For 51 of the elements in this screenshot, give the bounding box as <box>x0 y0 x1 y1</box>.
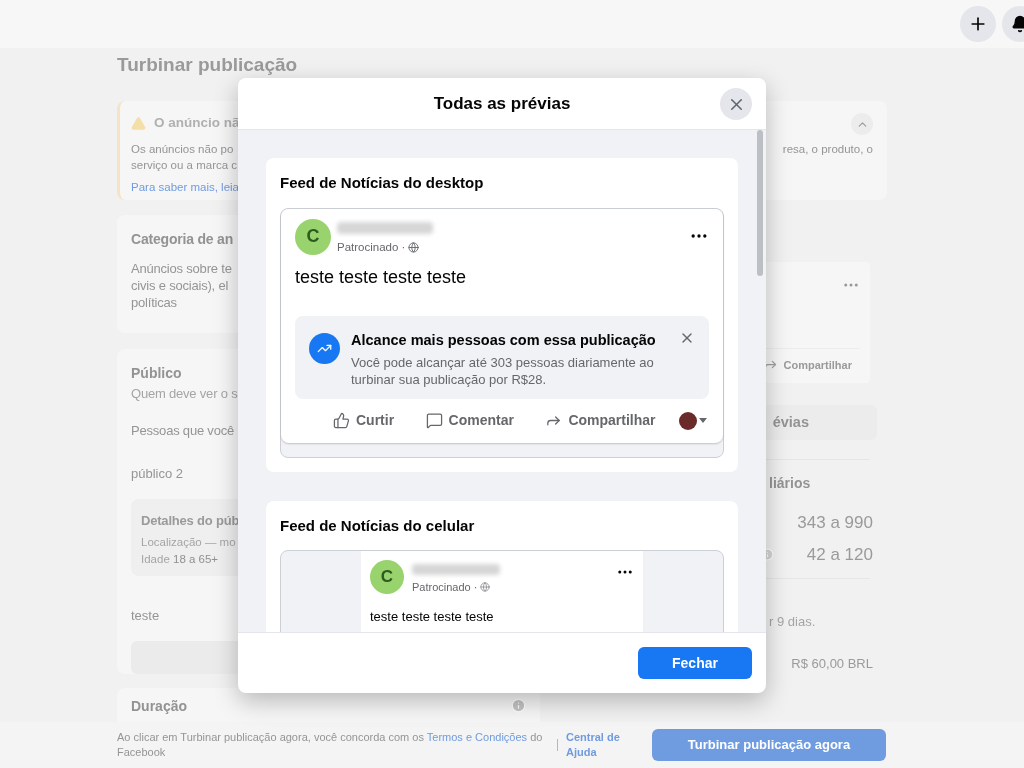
add-button[interactable] <box>960 6 996 42</box>
terms-link[interactable]: Termos e Condições <box>426 731 528 743</box>
duration-note: r 9 dias. <box>769 613 816 631</box>
notice-text-fragment: resa, o produto, o <box>782 142 873 157</box>
details-title: Detalhes do púb <box>141 511 240 530</box>
dialog-title: Todas as prévias <box>433 92 571 115</box>
post-text: teste teste teste teste <box>295 265 468 289</box>
avatar: C <box>295 218 331 255</box>
speech-bubble-icon <box>425 412 443 429</box>
close-dialog-button[interactable]: Fechar <box>638 647 752 679</box>
globe-icon <box>408 241 420 253</box>
card-title: Categoria de an <box>131 230 234 249</box>
boost-now-button[interactable]: Turbinar publicação agora <box>652 729 886 761</box>
help-center-link[interactable]: Central de Ajuda <box>566 730 636 760</box>
avatar: C <box>370 560 404 594</box>
scrollbar-thumb[interactable] <box>757 130 763 276</box>
learn-more-link[interactable]: Para saber mais, leia <box>131 179 240 197</box>
location-text: Localização — mo <box>141 535 236 550</box>
close-button[interactable] <box>720 88 752 120</box>
warning-icon <box>131 115 146 131</box>
post-text: teste teste teste teste <box>370 607 495 626</box>
post-action-button[interactable]: Comentar <box>417 404 522 437</box>
post-action-button[interactable]: Compartilhar <box>537 404 664 437</box>
section-title: Feed de Notícias do celular <box>280 515 476 536</box>
terms-notice: Ao clicar em Turbinar publicação agora, você concorda com os Termos e Condições do Facebook <box>117 730 544 760</box>
thumbs-up-icon <box>333 412 350 429</box>
share-label: Compartilhar <box>783 357 852 373</box>
trend-up-icon <box>309 332 340 364</box>
promo-body: Você pode alcançar até 303 pessoas diariamente ao turbinar sua publicação por R$28. <box>351 353 655 388</box>
stat-value: 42 a 120 <box>806 543 873 566</box>
bell-icon <box>1011 15 1024 33</box>
page-title: Turbinar publicação <box>117 53 298 77</box>
saved-audience-name: teste <box>131 606 160 625</box>
category-text: Anúncios sobre te civis e sociais), el políticas <box>131 260 232 311</box>
audience-selector[interactable] <box>678 411 707 430</box>
globe-icon <box>480 582 491 593</box>
total-budget: R$ 60,00 BRL <box>791 654 873 673</box>
card-title: Duração <box>131 698 188 715</box>
sponsored-label: Patrocinado · <box>337 239 406 255</box>
promo-title: Alcance mais pessoas com essa publicação <box>351 330 657 350</box>
daily-results-title: liários <box>769 474 811 493</box>
audience-option[interactable]: público 2 <box>131 464 184 484</box>
sponsored-label: Patrocinado · <box>412 580 478 595</box>
stat-value: 343 a 990 <box>797 512 873 534</box>
age-text: Idade 18 a 65+ <box>141 552 219 568</box>
section-title: Feed de Notícias do desktop <box>280 173 485 193</box>
notice-text: Os anúncios não po serviço ou a marca c <box>131 142 239 174</box>
card-title: Público <box>131 364 182 383</box>
post-action-button[interactable]: Curtir <box>325 404 403 437</box>
card-subtitle: Quem deve ver o s <box>131 385 238 403</box>
audience-prompt: Pessoas que você <box>131 421 235 440</box>
